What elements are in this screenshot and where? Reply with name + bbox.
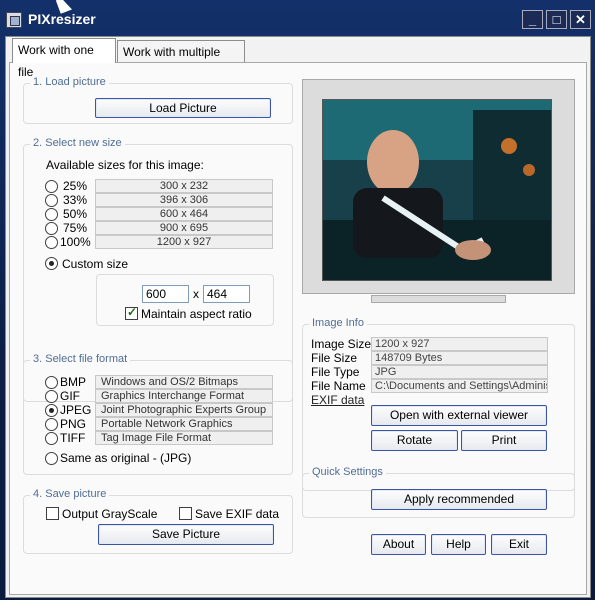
image-size-value: 1200 x 927 — [371, 337, 548, 351]
tab-panel: 1. Load picture Load Picture 2. Select n… — [9, 62, 587, 595]
size-radio-50[interactable] — [45, 208, 58, 221]
file-size-label: File Size — [311, 351, 358, 365]
size-dims-75: 900 x 695 — [95, 221, 273, 235]
app-icon — [6, 12, 22, 28]
format-name-bmp: BMP — [60, 375, 87, 389]
save-exif-label: Save EXIF data — [195, 507, 280, 521]
save-picture-button[interactable]: Save Picture — [98, 524, 274, 545]
about-button[interactable]: About — [371, 534, 426, 555]
same-as-original-label: Same as original - (JPG) — [60, 451, 192, 465]
custom-size-label: Custom size — [62, 257, 129, 271]
exit-button[interactable]: Exit — [491, 534, 547, 555]
available-sizes-label: Available sizes for this image: — [46, 158, 204, 172]
load-picture-title: 1. Load picture — [30, 76, 109, 88]
image-info-title: Image Info — [309, 317, 367, 329]
format-name-jpeg: JPEG — [60, 403, 92, 417]
preview-photo-icon — [323, 100, 551, 280]
format-desc-bmp: Windows and OS/2 Bitmaps — [95, 375, 273, 389]
format-name-gif: GIF — [60, 389, 80, 403]
title-bar[interactable]: PIXresizer _ □ ✕ — [0, 0, 595, 38]
main-window: Work with one file Work with multiple fi… — [5, 36, 591, 598]
grayscale-label: Output GrayScale — [62, 507, 158, 521]
custom-width-input[interactable]: 600 — [142, 285, 189, 303]
format-desc-gif: Graphics Interchange Format — [95, 389, 273, 403]
format-radio-png[interactable] — [45, 418, 58, 431]
format-name-png: PNG — [60, 417, 87, 431]
preview-stand — [371, 295, 506, 303]
minimize-button[interactable]: _ — [522, 10, 543, 29]
size-dims-25: 300 x 232 — [95, 179, 273, 193]
custom-size-radio[interactable] — [45, 257, 58, 270]
size-dims-50: 600 x 464 — [95, 207, 273, 221]
size-radio-25[interactable] — [45, 180, 58, 193]
size-percent-100: 100% — [60, 235, 91, 249]
format-desc-tiff: Tag Image File Format — [95, 431, 273, 445]
format-radio-jpeg[interactable] — [45, 404, 58, 417]
format-name-tiff: TIFF — [60, 431, 86, 445]
file-type-value: JPG — [371, 365, 548, 379]
open-external-viewer-button[interactable]: Open with external viewer — [371, 405, 547, 426]
same-as-original-radio[interactable] — [45, 452, 58, 465]
format-radio-tiff[interactable] — [45, 432, 58, 445]
window-title: PIXresizer — [28, 11, 96, 27]
save-picture-title: 4. Save picture — [30, 488, 110, 500]
custom-height-input[interactable]: 464 — [203, 285, 250, 303]
size-dims-100: 1200 x 927 — [95, 235, 273, 249]
file-name-value: C:\Documents and Settings\Adminis — [371, 379, 548, 393]
exif-data-link[interactable]: EXIF data — [311, 393, 364, 407]
print-button[interactable]: Print — [461, 430, 547, 451]
size-percent-50: 50% — [63, 207, 88, 221]
size-radio-33[interactable] — [45, 194, 58, 207]
maximize-button[interactable]: □ — [546, 10, 567, 29]
format-radio-gif[interactable] — [45, 390, 58, 403]
help-button[interactable]: Help — [431, 534, 486, 555]
times-symbol: x — [193, 287, 199, 301]
size-radio-75[interactable] — [45, 222, 58, 235]
load-picture-button[interactable]: Load Picture — [95, 98, 271, 118]
file-format-title: 3. Select file format — [30, 353, 131, 365]
grayscale-checkbox[interactable] — [46, 507, 59, 520]
format-desc-png: Portable Network Graphics — [95, 417, 273, 431]
select-size-title: 2. Select new size — [30, 137, 125, 149]
quick-settings-title: Quick Settings — [309, 466, 386, 478]
size-percent-33: 33% — [63, 193, 88, 207]
format-radio-bmp[interactable] — [45, 376, 58, 389]
size-percent-75: 75% — [63, 221, 88, 235]
save-exif-checkbox[interactable] — [179, 507, 192, 520]
rotate-button[interactable]: Rotate — [371, 430, 458, 451]
size-percent-25: 25% — [63, 179, 88, 193]
close-button[interactable]: ✕ — [570, 10, 591, 29]
format-desc-jpeg: Joint Photographic Experts Group — [95, 403, 273, 417]
maintain-aspect-checkbox[interactable] — [125, 305, 138, 320]
size-radio-100[interactable] — [45, 236, 58, 249]
preview-image — [322, 99, 552, 281]
tab-multiple-files[interactable]: Work with multiple files — [117, 40, 245, 81]
image-size-label: Image Size — [311, 337, 372, 351]
file-name-label: File Name — [311, 379, 366, 393]
tab-one-file[interactable]: Work with one file — [12, 38, 116, 79]
maintain-aspect-label: Maintain aspect ratio — [141, 307, 252, 321]
file-type-label: File Type — [311, 365, 360, 379]
apply-recommended-button[interactable]: Apply recommended — [371, 489, 547, 510]
size-dims-33: 396 x 306 — [95, 193, 273, 207]
file-size-value: 148709 Bytes — [371, 351, 548, 365]
